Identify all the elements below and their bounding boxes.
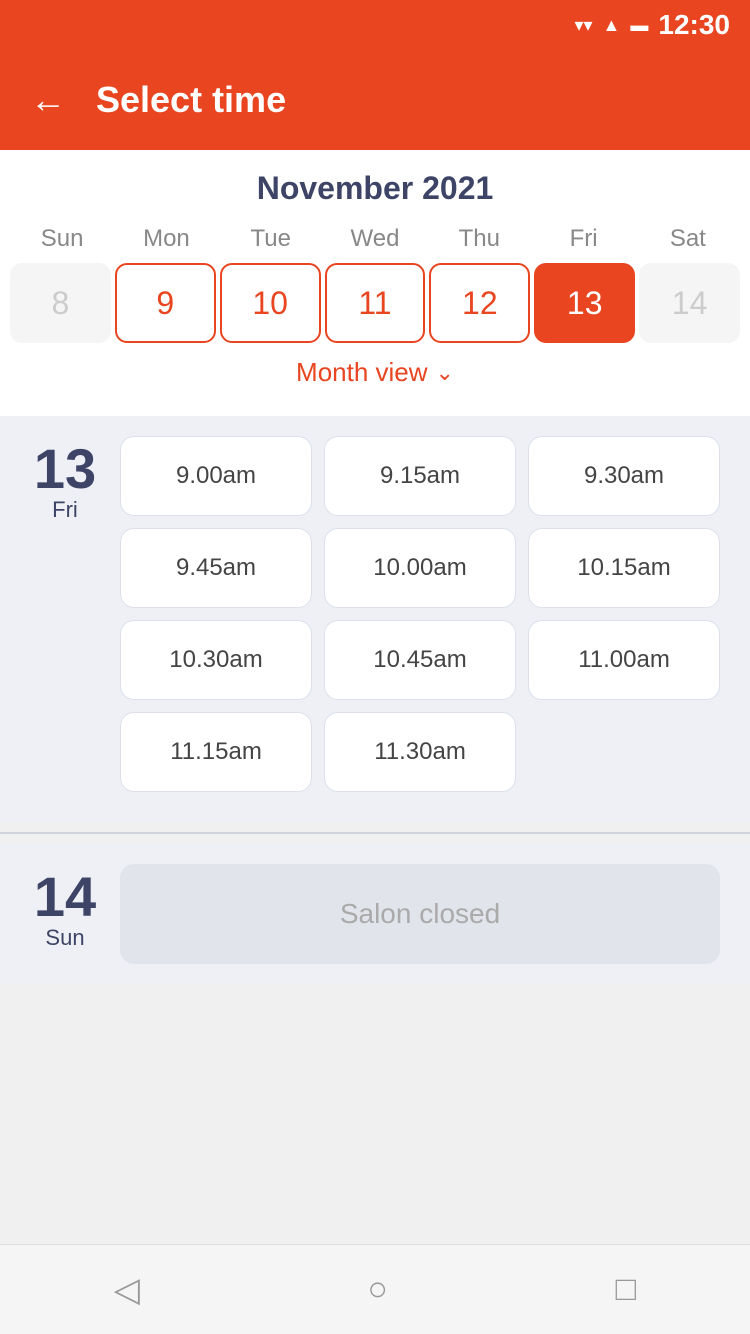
day-label-13: 13 Fri	[30, 436, 100, 523]
time-slot-1100[interactable]: 11.00am	[528, 620, 720, 700]
month-view-toggle[interactable]: Month view ⌄	[0, 343, 750, 406]
signal-icon: ▲	[603, 15, 621, 36]
nav-home-icon[interactable]: ○	[368, 1270, 389, 1309]
day-name-14: Sun	[30, 925, 100, 951]
bottom-nav: ◁ ○ □	[0, 1244, 750, 1334]
day-headers-row: Sun Mon Tue Wed Thu Fri Sat	[0, 225, 750, 253]
chevron-down-icon: ⌄	[436, 360, 454, 386]
date-cell-12[interactable]: 12	[429, 263, 530, 343]
month-year-label: November 2021	[0, 170, 750, 207]
time-slot-1045[interactable]: 10.45am	[324, 620, 516, 700]
day-number-13: 13	[30, 441, 100, 497]
date-cell-13[interactable]: 13	[534, 263, 635, 343]
day-name-13: Fri	[30, 497, 100, 523]
date-row: 8 9 10 11 12 13 14	[0, 263, 750, 343]
day-label-14: 14 Sun	[30, 864, 100, 951]
day-header-wed: Wed	[323, 225, 427, 253]
date-cell-14[interactable]: 14	[639, 263, 740, 343]
section-divider	[0, 832, 750, 834]
time-grid-13: 9.00am 9.15am 9.30am 9.45am 10.00am 10.1…	[120, 436, 720, 792]
wifi-icon: ▾▾	[574, 15, 592, 36]
battery-icon: ▬	[630, 15, 648, 36]
status-time: 12:30	[658, 9, 730, 41]
day-header-sun: Sun	[10, 225, 114, 253]
time-slot-900[interactable]: 9.00am	[120, 436, 312, 516]
nav-back-icon[interactable]: ◁	[114, 1270, 140, 1310]
day-header-thu: Thu	[427, 225, 531, 253]
salon-closed-message: Salon closed	[120, 864, 720, 964]
calendar-section: November 2021 Sun Mon Tue Wed Thu Fri Sa…	[0, 150, 750, 416]
day-header-sat: Sat	[636, 225, 740, 253]
month-view-label: Month view	[296, 357, 428, 388]
page-title: Select time	[96, 79, 286, 121]
day-header-tue: Tue	[219, 225, 323, 253]
time-slot-915[interactable]: 9.15am	[324, 436, 516, 516]
time-slot-930[interactable]: 9.30am	[528, 436, 720, 516]
date-cell-11[interactable]: 11	[325, 263, 426, 343]
time-slot-945[interactable]: 9.45am	[120, 528, 312, 608]
timeslots-section: 13 Fri 9.00am 9.15am 9.30am 9.45am 10.00…	[0, 416, 750, 822]
time-slot-1030[interactable]: 10.30am	[120, 620, 312, 700]
date-cell-9[interactable]: 9	[115, 263, 216, 343]
time-slot-1000[interactable]: 10.00am	[324, 528, 516, 608]
salon-closed-block: 14 Sun Salon closed	[0, 844, 750, 984]
time-slot-1130[interactable]: 11.30am	[324, 712, 516, 792]
day-header-fri: Fri	[531, 225, 635, 253]
day-number-14: 14	[30, 869, 100, 925]
day-block-13: 13 Fri 9.00am 9.15am 9.30am 9.45am 10.00…	[30, 436, 720, 792]
day-header-mon: Mon	[114, 225, 218, 253]
date-cell-8[interactable]: 8	[10, 263, 111, 343]
date-cell-10[interactable]: 10	[220, 263, 321, 343]
time-slot-1115[interactable]: 11.15am	[120, 712, 312, 792]
back-button[interactable]: ←	[30, 79, 66, 121]
time-slot-1015[interactable]: 10.15am	[528, 528, 720, 608]
status-bar: ▾▾ ▲ ▬ 12:30	[0, 0, 750, 50]
top-bar: ← Select time	[0, 50, 750, 150]
nav-recent-icon[interactable]: □	[616, 1270, 637, 1309]
